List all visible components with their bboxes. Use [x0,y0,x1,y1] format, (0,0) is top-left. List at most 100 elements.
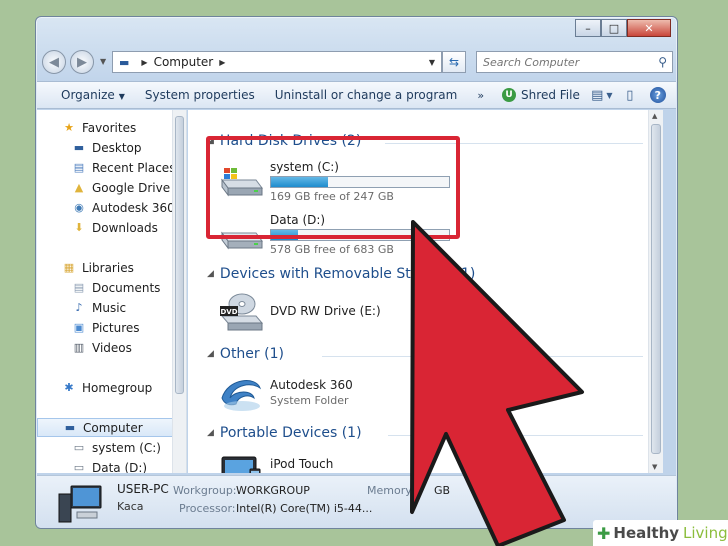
group-header-other[interactable]: ◢ Other (1) [207,346,284,362]
watermark-text-2: Living [683,524,728,542]
sidebar-item-desktop[interactable]: ▬ Desktop [37,138,185,157]
scroll-down-icon[interactable]: ▼ [652,463,657,471]
help-button[interactable]: ? [644,84,672,106]
drive-free-space: 578 GB free of 683 GB [270,243,394,256]
sidebar-item-homegroup[interactable]: ✱ Homegroup [37,378,185,397]
sidebar-item-libraries[interactable]: ▦ Libraries [37,258,185,277]
group-divider [322,356,643,357]
sidebar-item-google-drive[interactable]: ▲ Google Drive [37,178,185,197]
explorer-window: – □ ✕ ◀ ▶ ▼ ▬ ▶ Computer ▶ ▼ ⇆ ⚲ Organiz… [35,16,678,529]
collapse-icon[interactable]: ◢ [207,349,214,359]
autodesk-icon [221,380,261,411]
caption-buttons: – □ ✕ [575,19,671,37]
pc-name: USER-PC [117,482,169,496]
group-header-removable-storage[interactable]: ◢ Devices with Removable Storage (1) [207,266,475,282]
breadcrumb-arrow-icon[interactable]: ▶ [219,58,225,67]
libraries-icon: ▦ [63,261,75,274]
drive-d-icon: ▭ [73,461,85,473]
sidebar-item-documents[interactable]: ▤ Documents [37,278,185,297]
music-icon: ♪ [75,301,83,314]
uninstall-program-button[interactable]: Uninstall or change a program [265,88,468,102]
forward-arrow-icon: ▶ [77,54,87,70]
sidebar-item-label: Pictures [92,320,140,335]
details-pane: USER-PC Kaca Workgroup: WORKGROUP Memory… [37,475,676,528]
computer-icon [58,485,102,523]
ipod-touch-device[interactable]: iPod Touch Portable Device [218,451,478,473]
content-scroll-thumb[interactable] [651,124,661,454]
computer-icon: ▬ [64,421,76,434]
watermark-text-1: Healthy [613,524,680,542]
item-name: DVD RW Drive (E:) [270,304,381,318]
sidebar-item-pictures[interactable]: ▣ Pictures [37,318,185,337]
workgroup-value: WORKGROUP [236,484,310,497]
search-input[interactable] [483,55,653,69]
sidebar-item-favorites[interactable]: ★ Favorites [37,118,185,137]
more-commands-button[interactable]: » [467,89,494,102]
sidebar-item-system-c[interactable]: ▭ system (C:) [37,438,185,457]
memory-label: Memory: [367,484,415,497]
minimize-button[interactable]: – [575,19,601,37]
item-name: Autodesk 360 [270,378,353,392]
address-bar[interactable]: ▬ ▶ Computer ▶ ▼ [112,51,442,73]
workgroup-label: Workgroup: [173,484,237,497]
star-icon: ★ [64,121,74,134]
downloads-icon: ⬇ [74,221,84,234]
watermark: ✚ Healthy Living [593,520,728,546]
sidebar-item-videos[interactable]: ▥ Videos [37,338,185,357]
videos-icon: ▥ [73,341,85,354]
address-dropdown-icon[interactable]: ▼ [429,58,435,67]
preview-pane-button[interactable]: ▯ [616,84,644,106]
view-icon: ▤ [591,87,604,103]
dvd-drive-icon: DVD [220,293,264,331]
sidebar-item-recent-places[interactable]: ▤ Recent Places [37,158,185,177]
sidebar-item-label: Recent Places [92,160,176,175]
change-view-button[interactable]: ▤ ▼ [588,84,616,106]
maximize-button[interactable]: □ [601,19,627,37]
search-icon[interactable]: ⚲ [658,55,667,69]
organize-button[interactable]: Organize ▼ [37,88,135,102]
navigation-scroll-thumb[interactable] [175,116,184,394]
forward-button[interactable]: ▶ [70,50,94,74]
sidebar-item-label: Favorites [82,120,137,135]
drives-highlight-box [206,136,460,239]
computer-icon: ▬ [119,55,130,69]
sidebar-item-music[interactable]: ♪ Music [37,298,185,317]
collapse-icon[interactable]: ◢ [207,269,214,279]
sidebar-item-label: Libraries [82,260,134,275]
sidebar-item-data-d[interactable]: ▭ Data (D:) [37,458,185,474]
google-drive-icon: ▲ [74,181,84,194]
breadcrumb-computer[interactable]: Computer [154,55,214,69]
autodesk-360-folder[interactable]: Autodesk 360 System Folder [218,372,478,414]
sidebar-item-label: Computer [83,420,143,435]
search-box: ⚲ [476,51,673,73]
leaf-icon: ✚ [597,523,611,543]
dvd-drive[interactable]: DVD DVD RW Drive (E:) [218,292,478,334]
memory-value: GB [434,484,451,497]
content-scrollbar[interactable]: ▲ ▼ [648,110,663,473]
breadcrumb-arrow-icon[interactable]: ▶ [141,58,147,67]
system-properties-button[interactable]: System properties [135,88,265,102]
back-arrow-icon: ◀ [49,54,59,70]
refresh-button[interactable]: ⇆ [442,51,466,73]
shred-file-button[interactable]: U Shred File [494,88,588,102]
recent-pages-dropdown-icon[interactable]: ▼ [100,57,106,66]
sidebar-item-computer[interactable]: ▬ Computer [37,418,185,437]
collapse-icon[interactable]: ◢ [207,428,214,438]
documents-icon: ▤ [73,281,85,294]
sidebar-item-label: Google Drive [92,180,171,195]
sidebar-item-label: Documents [92,280,161,295]
navigation-scrollbar[interactable] [172,110,186,473]
back-button[interactable]: ◀ [42,50,66,74]
sidebar-item-downloads[interactable]: ⬇ Downloads [37,218,185,237]
sidebar-item-autodesk-360[interactable]: ◉ Autodesk 360 [37,198,185,217]
chevron-down-icon: ▼ [606,90,613,100]
dvd-badge: DVD [220,308,237,316]
sidebar-item-label: Desktop [92,140,142,155]
item-type: System Folder [270,394,349,407]
scroll-up-icon[interactable]: ▲ [652,112,657,120]
navigation-pane: ★ Favorites ▬ Desktop ▤ Recent Places ▲ Google … [37,110,187,473]
shred-icon: U [502,88,517,102]
homegroup-icon: ✱ [64,381,74,394]
close-button[interactable]: ✕ [627,19,671,37]
group-header-portable-devices[interactable]: ◢ Portable Devices (1) [207,425,362,441]
